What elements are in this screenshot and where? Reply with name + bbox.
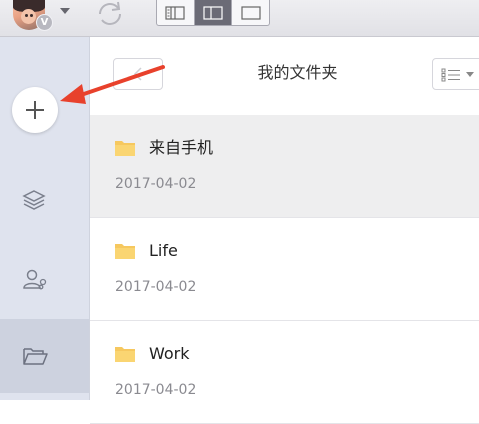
sidebar-item-folders[interactable]: [0, 319, 89, 393]
folder-icon: [115, 347, 135, 362]
folder-item[interactable]: Life 2017-04-02: [90, 218, 479, 321]
folder-name: Work: [149, 344, 190, 363]
folder-date: 2017-04-02: [115, 382, 197, 398]
folder-date: 2017-04-02: [115, 176, 197, 192]
sidebar-item-shared[interactable]: [0, 242, 89, 316]
three-column-view-button[interactable]: [157, 0, 195, 25]
page-title: 我的文件夹: [257, 63, 338, 82]
vip-badge: V: [36, 14, 53, 31]
sync-icon[interactable]: [94, 0, 126, 28]
add-button[interactable]: [12, 87, 58, 133]
top-toolbar: V: [0, 0, 479, 37]
folder-icon: [115, 244, 135, 259]
back-button[interactable]: [113, 58, 163, 90]
chevron-left-icon: [133, 67, 142, 81]
single-column-view-button[interactable]: [232, 0, 269, 25]
sidebar-item-layers[interactable]: [0, 163, 89, 237]
folder-date: 2017-04-02: [115, 279, 197, 295]
account-menu-chevron-down-icon[interactable]: [60, 8, 70, 14]
folder-open-icon: [23, 348, 48, 365]
chevron-down-icon: [466, 72, 474, 77]
folder-list: 来自手机 2017-04-02 Life 2017-04-02 Work 201…: [90, 115, 479, 424]
three-column-view-icon: [165, 5, 185, 20]
shared-users-icon: [23, 269, 47, 290]
list-mode-button[interactable]: [432, 58, 479, 90]
sidebar: [0, 37, 90, 400]
folder-item[interactable]: 来自手机 2017-04-02: [90, 115, 479, 218]
two-column-view-icon: [203, 5, 223, 20]
two-column-view-button[interactable]: [194, 0, 233, 25]
main-panel: 我的文件夹 来自手机 2017-04-02 Life 2017-04-02 Wo…: [90, 37, 479, 424]
single-column-view-icon: [241, 5, 261, 20]
avatar-face: [21, 9, 36, 24]
folder-icon: [115, 141, 135, 156]
avatar-eye-right: [30, 14, 33, 17]
avatar-eye-left: [25, 14, 28, 17]
folder-name: Life: [149, 241, 178, 260]
folder-name: 来自手机: [149, 138, 214, 157]
folder-item[interactable]: Work 2017-04-02: [90, 321, 479, 424]
list-view-icon: [441, 68, 460, 82]
plus-icon: [26, 101, 44, 119]
view-mode-switcher: [156, 0, 270, 26]
layers-icon: [22, 190, 46, 210]
